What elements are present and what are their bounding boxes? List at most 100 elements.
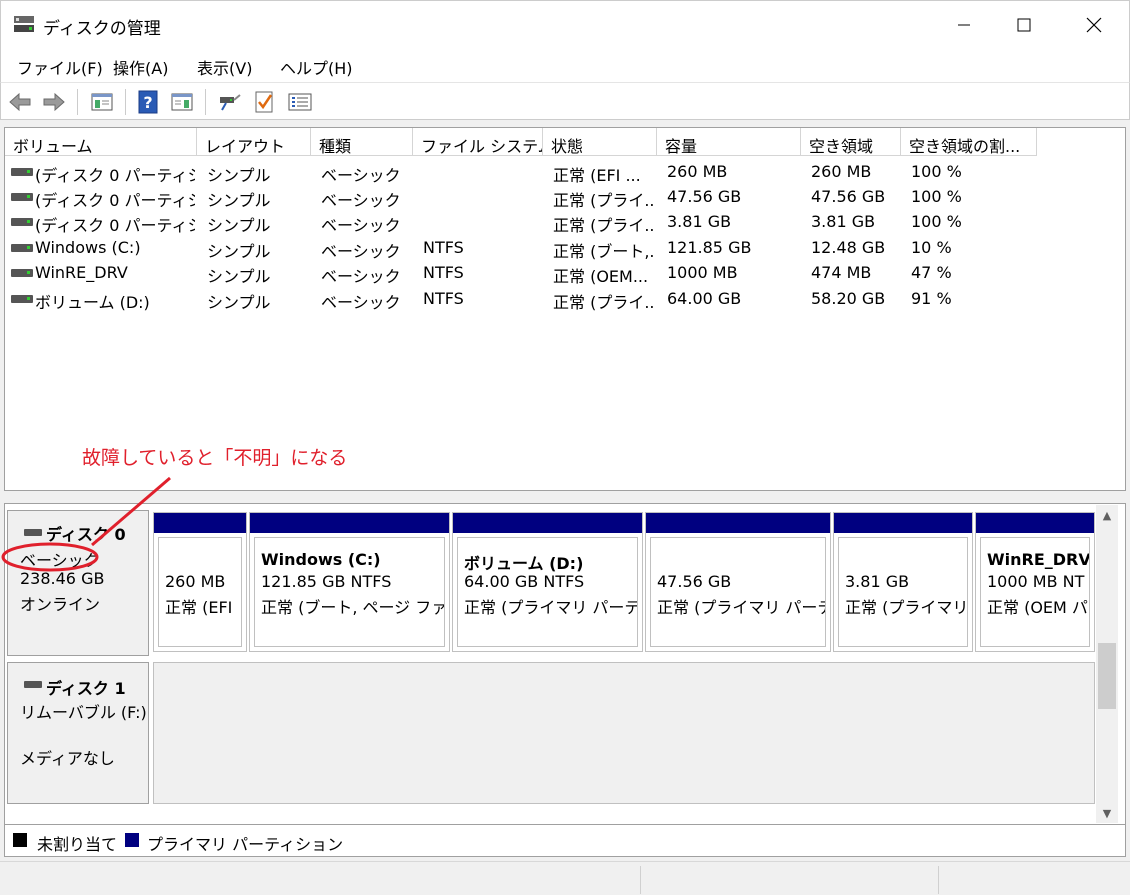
menu-file[interactable]: ファイル(F): [17, 55, 103, 79]
volume-list: ボリューム レイアウト 種類 ファイル システム 状態 容量 空き領域 空き領域…: [4, 127, 1126, 491]
volume-capacity: 64.00 GB: [667, 289, 742, 308]
disk-1-name: ディスク 1: [46, 679, 126, 698]
volume-free-space: 47.56 GB: [811, 187, 886, 206]
partition-status: 正常 (プライマリ /: [845, 598, 968, 617]
disk-0-state: オンライン: [20, 595, 101, 614]
partition-winre[interactable]: WinRE_DRV 1000 MB NT 正常 (OEM パ: [975, 512, 1095, 652]
scrollbar-thumb[interactable]: [1098, 643, 1116, 709]
volume-icon: [11, 193, 33, 201]
volume-status: 正常 (プライ...: [553, 216, 653, 235]
disk-0-name: ディスク 0: [46, 525, 126, 544]
status-bar-separator: [640, 866, 641, 894]
disk-1-label[interactable]: ディスク 1 リムーバブル (F:) メディアなし: [7, 662, 149, 804]
partition-status: 正常 (プライマリ パーティ:: [657, 598, 825, 617]
volume-row[interactable]: (ディスク 0 パーティショ... シンプル ベーシック 正常 (プライ... …: [5, 209, 1125, 235]
partition-bar: [646, 513, 830, 533]
partition-bar: [250, 513, 449, 533]
column-header-free-percent[interactable]: 空き領域の割...: [901, 128, 1037, 156]
volume-capacity: 260 MB: [667, 162, 728, 181]
partition-efi[interactable]: 260 MB 正常 (EFI: [153, 512, 247, 652]
volume-layout: シンプル: [207, 216, 271, 235]
disk-0-partitions: 260 MB 正常 (EFI Windows (C:) 121.85 GB NT…: [153, 512, 1095, 652]
volume-layout: シンプル: [207, 267, 271, 286]
volume-free-space: 3.81 GB: [811, 212, 876, 231]
volume-status: 正常 (プライ...: [553, 191, 653, 210]
annotation-text: 故障していると「不明」になる: [82, 447, 348, 469]
volume-row[interactable]: WinRE_DRV シンプル ベーシック NTFS 正常 (OEM... 100…: [5, 260, 1125, 286]
partition-size: 47.56 GB: [657, 572, 732, 591]
column-header-layout[interactable]: レイアウト: [197, 128, 311, 156]
show-hide-action-pane-button[interactable]: [169, 89, 195, 115]
forward-button[interactable]: [41, 89, 67, 115]
partition-bar: [154, 513, 246, 533]
partition-body: 260 MB 正常 (EFI: [158, 537, 242, 647]
volume-name: (ディスク 0 パーティショ...: [35, 191, 195, 210]
volume-free-percent: 91 %: [911, 289, 952, 308]
properties-button[interactable]: [251, 89, 277, 115]
svg-text:?: ?: [143, 93, 152, 112]
partition-body: Windows (C:) 121.85 GB NTFS 正常 (ブート, ページ…: [254, 537, 445, 647]
partition-size: 260 MB: [165, 572, 226, 591]
back-button[interactable]: [7, 89, 33, 115]
toolbar-separator: [205, 89, 206, 115]
console-tree-icon: [91, 93, 113, 111]
list-view-button[interactable]: [287, 89, 313, 115]
close-button[interactable]: [1071, 1, 1117, 49]
column-header-free-space[interactable]: 空き領域: [801, 128, 901, 156]
legend-primary-partition: プライマリ パーティション: [147, 835, 344, 854]
maximize-button[interactable]: [1001, 1, 1047, 49]
volume-icon: [11, 295, 33, 303]
menu-bar: ファイル(F) 操作(A) 表示(V) ヘルプ(H): [0, 48, 1130, 82]
disk-management-icon: [14, 16, 34, 32]
partition-status: 正常 (ブート, ページ ファイル: [261, 598, 445, 617]
volume-name: Windows (C:): [35, 238, 141, 257]
disk-0-label[interactable]: ディスク 0 ベーシック 238.46 GB オンライン: [7, 510, 149, 656]
volume-capacity: 47.56 GB: [667, 187, 742, 206]
vertical-scrollbar[interactable]: ▲ ▼: [1096, 505, 1118, 823]
volume-capacity: 3.81 GB: [667, 212, 732, 231]
volume-row[interactable]: (ディスク 0 パーティショ... シンプル ベーシック 正常 (プライ... …: [5, 184, 1125, 210]
window-title: ディスクの管理: [43, 19, 161, 39]
column-header-type[interactable]: 種類: [311, 128, 413, 156]
partition-status: 正常 (OEM パ: [987, 598, 1088, 617]
volume-layout: シンプル: [207, 242, 271, 261]
column-header-capacity[interactable]: 容量: [657, 128, 801, 156]
help-button[interactable]: ?: [135, 89, 161, 115]
back-arrow-icon: [9, 92, 31, 112]
partition-size: 1000 MB NT: [987, 572, 1085, 591]
menu-help[interactable]: ヘルプ(H): [280, 55, 353, 79]
primary-partition-swatch: [125, 833, 139, 847]
disk-1-area[interactable]: [153, 662, 1095, 804]
partition-size: 64.00 GB NTFS: [464, 572, 585, 591]
volume-capacity: 121.85 GB: [667, 238, 752, 257]
partition-volume-d[interactable]: ボリューム (D:) 64.00 GB NTFS 正常 (プライマリ パーティシ: [452, 512, 643, 652]
scroll-up-icon[interactable]: ▲: [1096, 505, 1118, 525]
partition-primary-3gb[interactable]: 3.81 GB 正常 (プライマリ /: [833, 512, 973, 652]
column-header-volume[interactable]: ボリューム: [5, 128, 197, 156]
show-hide-console-tree-button[interactable]: [89, 89, 115, 115]
forward-arrow-icon: [43, 92, 65, 112]
menu-action[interactable]: 操作(A): [113, 55, 168, 79]
volume-free-percent: 47 %: [911, 263, 952, 282]
disk-connect-icon: [220, 94, 241, 111]
disk-icon: [24, 529, 42, 536]
pane-splitter[interactable]: [4, 491, 1126, 503]
scroll-down-icon[interactable]: ▼: [1096, 803, 1118, 823]
volume-layout: シンプル: [207, 191, 271, 210]
column-header-file-system[interactable]: ファイル システム: [413, 128, 543, 156]
partition-bar: [834, 513, 972, 533]
volume-type: ベーシック: [321, 267, 401, 286]
minimize-button[interactable]: [941, 1, 987, 49]
menu-view[interactable]: 表示(V): [197, 55, 252, 79]
column-header-status[interactable]: 状態: [543, 128, 657, 156]
volume-layout: シンプル: [207, 293, 271, 312]
help-icon: ?: [138, 90, 158, 114]
title-bar: ディスクの管理: [0, 0, 1130, 48]
volume-row[interactable]: (ディスク 0 パーティショ... シンプル ベーシック 正常 (EFI ...…: [5, 159, 1125, 185]
volume-row[interactable]: Windows (C:) シンプル ベーシック NTFS 正常 (ブート,...…: [5, 235, 1125, 261]
volume-row[interactable]: ボリューム (D:) シンプル ベーシック NTFS 正常 (プライ... 64…: [5, 286, 1125, 312]
rescan-disks-button[interactable]: [217, 89, 243, 115]
partition-windows-c[interactable]: Windows (C:) 121.85 GB NTFS 正常 (ブート, ページ…: [249, 512, 450, 652]
partition-bar: [453, 513, 642, 533]
partition-primary-47gb[interactable]: 47.56 GB 正常 (プライマリ パーティ:: [645, 512, 831, 652]
